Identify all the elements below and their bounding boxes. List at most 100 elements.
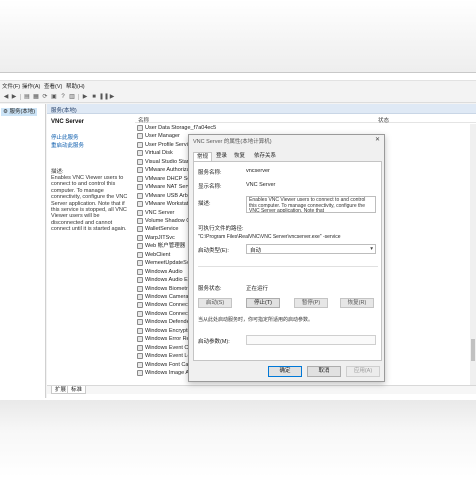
gear-icon [137,310,143,317]
gear-icon [137,361,143,368]
gear-icon [137,209,143,216]
pause-button[interactable]: 暂停(P) [294,298,328,308]
restart-service-link[interactable]: 重启动此服务 [51,141,84,149]
gear-icon [137,319,143,326]
service-name: VMware Workstatio [145,201,193,208]
tab-logon[interactable]: 登录 [213,152,230,161]
service-name: WalletService [145,226,179,233]
service-name: Windows Connect [145,310,190,317]
back-icon[interactable]: ◀ [2,93,10,101]
gear-icon [137,133,143,140]
service-name: Windows Event Lo [145,353,191,360]
refresh-icon[interactable]: ⟳ [41,93,49,101]
gear-icon [137,175,143,182]
description-field[interactable]: Enables VNC Viewer users to connect to a… [246,196,376,213]
gear-icon [137,201,143,208]
path-value: "C:\Program Files\RealVNC\VNC Server\vnc… [198,234,341,240]
service-name: Windows Font Cac [145,361,192,368]
start-service-icon[interactable]: ▶ [81,93,89,101]
gear-icon [137,192,143,199]
stop-service-icon[interactable]: ■ [90,93,98,101]
pane-title: 服务(本地) [51,108,77,114]
startup-type-select[interactable]: 自动 ▾ [246,244,376,254]
display-name-value: VNC Server [246,182,276,188]
gear-icon [137,150,143,157]
service-name-value: vncserver [246,168,270,174]
startup-type-value: 自动 [250,248,262,254]
service-name: WebClient [145,251,171,258]
service-name: Windows Defende [145,319,190,326]
service-status-label: 服务状态: [198,286,222,292]
gear-icon [137,184,143,191]
service-name: VNC Server [145,209,175,216]
show-hide-tree-icon[interactable]: ▤ [23,93,31,101]
toolbar: ◀ ▶ ▤ ▦ ⟳ ▣ ? ▥ ▶ ■ ❚❚ ▶ [0,91,476,103]
start-params-label: 启动参数(M): [198,339,230,345]
help-icon[interactable]: ? [59,93,67,101]
gear-icon [137,327,143,334]
gear-icon [137,234,143,241]
gear-icon [137,260,143,267]
stop-button[interactable]: 停止(T) [246,298,280,308]
service-name: Windows Encrypti [145,327,189,334]
scrollbar-thumb[interactable] [471,339,475,361]
service-name: User Profile Service [145,141,194,148]
chevron-down-icon: ▾ [370,246,373,252]
desktop-background-top [0,0,476,72]
toolbar-separator [78,94,79,100]
service-name: User Data Storage_f7a04ec5 [145,125,217,131]
service-name: Windows Error Re [145,336,190,343]
service-name: Windows Audio [145,268,183,275]
tab-recovery[interactable]: 恢复 [231,152,248,161]
desktop-background-bottom [0,400,476,477]
menu-help[interactable]: 帮助(H) [66,82,85,90]
dialog-tabs: 常规 登录 恢复 依存关系 [193,152,382,161]
general-tab-body: 服务名称: vncserver 显示名称: VNC Server 描述: Ena… [193,161,382,361]
service-name: Windows Camera [145,294,189,300]
service-row[interactable]: User Data Storage_f7a04ec5 [135,124,476,132]
start-button[interactable]: 启动(S) [198,298,232,308]
view-tabs: 扩展 标准 [47,385,476,394]
tab-general[interactable]: 常规 [193,152,213,161]
forward-icon[interactable]: ▶ [10,93,18,101]
pane-header: 服务(本地) [47,104,476,114]
stop-service-link[interactable]: 停止此服务 [51,133,79,141]
gear-icon [137,217,143,224]
resume-button[interactable]: 恢复(R) [340,298,374,308]
start-params-hint: 当从此处启动服务时，你可指定所适用的启动参数。 [198,317,314,323]
display-name-label: 显示名称: [198,184,222,190]
column-status[interactable]: 状态 [378,116,389,124]
description-panel: VNC Server 停止此服务 重启动此服务 描述: Enables VNC … [47,115,133,385]
window-titlebar [0,73,476,81]
pause-service-icon[interactable]: ❚❚ [99,93,109,101]
service-name-label: 服务名称: [198,170,222,176]
restart-service-icon[interactable]: ▶ [108,93,116,101]
menu-action[interactable]: 操作(A) [22,82,40,90]
selected-service-name: VNC Server [51,119,85,125]
service-status-value: 正在运行 [246,286,269,292]
description-label: 描述: [198,201,211,207]
menu-file[interactable]: 文件(F) [2,82,20,90]
path-label: 可执行文件的路径: [198,226,244,232]
gear-icon [137,277,143,284]
service-name: Windows Audio En [145,277,191,284]
apply-button[interactable]: 应用(A) [346,366,380,377]
ok-button[interactable]: 确定 [268,366,302,377]
export-list-icon[interactable]: ▣ [50,93,58,101]
gear-icon [137,141,143,148]
menu-view[interactable]: 查看(V) [44,82,62,90]
cancel-button[interactable]: 取消 [307,366,341,377]
service-name: Virtual Disk [145,150,173,157]
console-icon[interactable]: ▥ [68,93,76,101]
column-name[interactable]: 名称 [138,116,149,124]
dialog-title: VNC Server 的属性(本地计算机) [193,139,272,145]
start-params-input[interactable] [246,335,376,345]
toolbar-separator [20,94,21,100]
gear-icon [137,226,143,233]
console-tree: ⚙ 服务(本地) [0,104,46,398]
tab-dependencies[interactable]: 依存关系 [251,152,279,161]
close-icon[interactable]: ✕ [375,136,380,143]
tree-item-services-local[interactable]: ⚙ 服务(本地) [1,108,38,116]
properties-icon[interactable]: ▦ [32,93,40,101]
tab-standard[interactable]: 标准 [67,386,87,394]
